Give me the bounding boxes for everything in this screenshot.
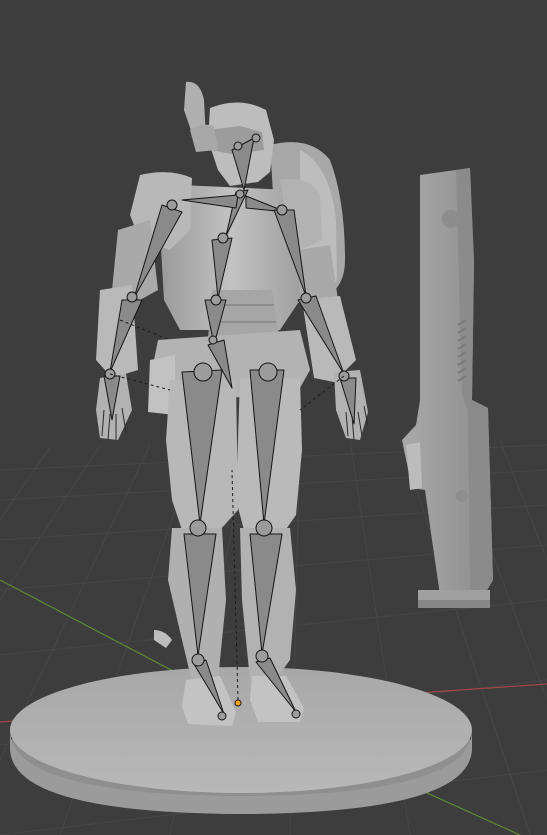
circular-display-base[interactable] xyxy=(10,667,472,814)
3d-viewport[interactable] xyxy=(0,0,547,835)
object-origin-dot[interactable] xyxy=(234,699,242,707)
viewport-canvas[interactable] xyxy=(0,0,547,835)
armored-robot-figure[interactable] xyxy=(96,81,368,726)
sword-weapon[interactable] xyxy=(402,168,493,608)
